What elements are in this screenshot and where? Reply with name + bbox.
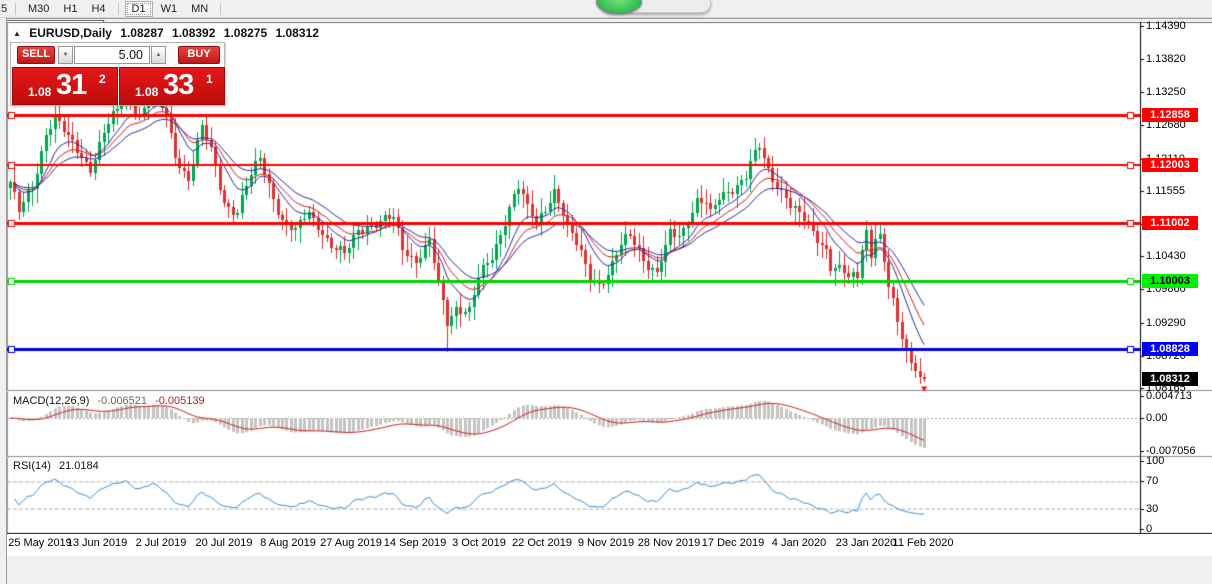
rsi-pane[interactable] [7,457,1140,533]
rsi-name: RSI(14) [13,460,51,472]
buy-price-point: 1 [206,72,213,86]
date-label: 27 Aug 2019 [320,537,382,549]
date-label: 2 Jul 2019 [135,537,187,549]
rsi-value: 21.0184 [58,460,99,472]
one-click-trading-panel: SELL ▼ ▲ BUY 1.08 31 2 1.08 33 1 [10,42,225,106]
volume-increment-button[interactable]: ▲ [151,46,166,64]
toolbar-separator [117,2,119,15]
price-axis-tick: 1.09290 [1146,316,1186,329]
volume-decrement-button[interactable]: ▼ [58,46,73,64]
symbol-title: EURUSD,Daily [29,26,112,40]
ohlc-open: 1.08287 [120,26,164,40]
date-label: 4 Jan 2020 [771,537,827,549]
rsi-axis-tick: 100 [1146,455,1165,467]
price-level-tag: 1.10003 [1142,274,1198,289]
price-level-tag: 1.12003 [1142,157,1198,172]
ohlc-low: 1.08275 [223,26,268,40]
time-axis: 25 May 2019 13 Jun 2019 2 Jul 2019 20 Jul 2… [7,534,1212,556]
sell-price-button[interactable]: 1.08 31 2 [12,67,118,105]
macd-main-value: -0.006521 [97,395,148,407]
date-label: 17 Dec 2019 [701,537,765,549]
date-label: 23 Jan 2020 [835,537,897,549]
ohlc-close: 1.08312 [275,26,319,40]
date-label: 3 Oct 2019 [452,537,506,549]
sell-price-point: 2 [99,72,106,86]
date-label: 20 Jul 2019 [195,537,253,549]
date-label: 25 May 2019 [8,537,72,549]
buy-button[interactable]: BUY [178,46,220,64]
timeframe-button-clipped[interactable]: 5 [1,3,10,15]
macd-indicator-label: MACD(12,26,9) -0.006521 -0.005139 [13,395,205,407]
window-left-frame [0,18,7,584]
buy-price-base: 1.08 [135,85,159,99]
timeframe-button-mn[interactable]: MN [185,2,214,16]
date-label: 22 Oct 2019 [512,537,572,549]
timeframe-button-h1[interactable]: H1 [57,2,83,16]
spinner-up-icon: ▲ [155,52,162,58]
rsi-axis-tick: 70 [1146,475,1159,488]
timeframe-button-w1[interactable]: W1 [155,2,184,16]
timeframe-button-m30[interactable]: M30 [22,2,55,16]
price-axis-tick: 1.11555 [1146,184,1185,197]
sell-price-base: 1.08 [28,85,52,99]
buy-price-pips: 33 [163,69,194,101]
toolbar-separator [220,2,222,15]
macd-axis-tick: 0.004713 [1146,390,1192,402]
buy-price-button[interactable]: 1.08 33 1 [119,67,225,105]
volume-input[interactable] [74,46,150,64]
macd-signal-value: -0.005139 [155,395,205,407]
chart-header: ▲ EURUSD,Daily 1.08287 1.08392 1.08275 1… [13,26,324,40]
date-label: 14 Sep 2019 [383,537,447,549]
price-axis-tick: 1.13250 [1146,86,1186,99]
price-axis-tick: 1.10430 [1146,250,1186,263]
sell-price-pips: 31 [56,69,87,101]
price-axis-tick: 1.13820 [1146,53,1186,66]
rsi-axis-tick: 30 [1146,502,1159,515]
toolbar-separator [15,2,16,15]
date-label: 8 Aug 2019 [260,537,316,549]
price-level-tag: 1.11002 [1142,216,1198,231]
date-label: 13 Jun 2019 [66,537,128,549]
rsi-indicator-label: RSI(14) 21.0184 [13,460,99,472]
panel-collapse-icon[interactable]: ▲ [13,29,21,38]
price-axis-tick: 1.14390 [1146,20,1186,32]
macd-axis-tick: 0.00 [1146,412,1168,425]
spinner-down-icon: ▼ [62,52,69,58]
sell-button[interactable]: SELL [17,46,55,64]
ohlc-high: 1.08392 [172,26,216,40]
date-label: 11 Feb 2020 [892,537,954,549]
macd-name: MACD(12,26,9) [13,395,90,407]
current-price-tag: 1.08312 [1142,372,1198,387]
timeframe-button-h4[interactable]: H4 [85,2,111,16]
date-label: 9 Nov 2019 [577,537,635,549]
price-level-tag: 1.08828 [1142,342,1198,357]
timeframe-button-d1[interactable]: D1 [124,0,153,17]
date-label: 28 Nov 2019 [637,537,701,549]
price-level-tag: 1.12858 [1142,108,1198,123]
